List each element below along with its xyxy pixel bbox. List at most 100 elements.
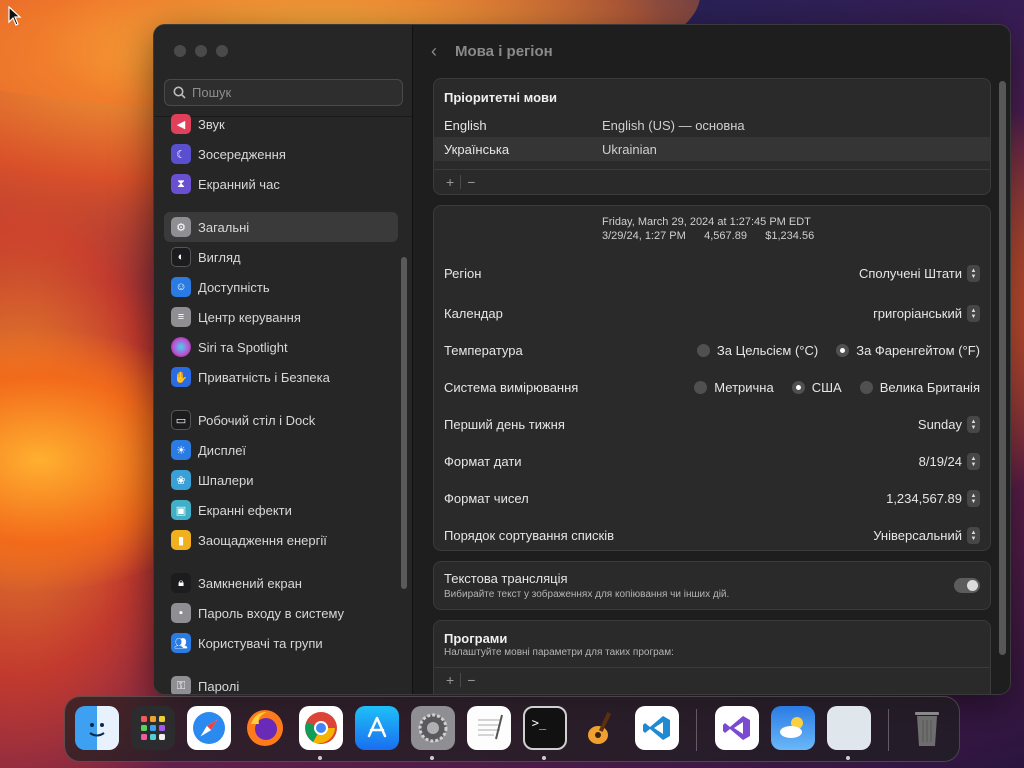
sidebar-item-screen-time[interactable]: ⧗ Екранний час <box>164 169 398 199</box>
live-text-toggle[interactable] <box>954 578 980 593</box>
sidebar-item-passwords[interactable]: ⚿ Паролі <box>164 671 398 694</box>
sidebar-item-control-center[interactable]: ≡ Центр керування <box>164 302 398 332</box>
celsius-radio[interactable]: За Цельсієм (°C) <box>696 343 819 358</box>
sidebar-item-label: Користувачі та групи <box>198 635 323 651</box>
uk-radio[interactable]: Велика Британія <box>859 380 980 395</box>
minimize-button[interactable] <box>195 45 207 57</box>
sidebar-item-label: Siri та Spotlight <box>198 339 288 355</box>
sidebar-item-label: Паролі <box>198 678 240 694</box>
appearance-icon: ◐ <box>171 247 191 267</box>
sidebar-item-displays[interactable]: ☀ Дисплеї <box>164 435 398 465</box>
fahrenheit-radio[interactable]: За Фаренгейтом (°F) <box>836 343 980 358</box>
sidebar-item-wallpaper[interactable]: ❀ Шпалери <box>164 465 398 495</box>
remove-application-button[interactable]: − <box>461 672 481 688</box>
uk-label: Велика Британія <box>879 380 980 395</box>
close-button[interactable] <box>174 45 186 57</box>
sidebar-item-label: Центр керування <box>198 309 301 325</box>
us-radio[interactable]: США <box>791 380 842 395</box>
measurement-label: Система вимірювання <box>444 380 579 395</box>
sidebar-item-label: Зосередження <box>198 146 286 162</box>
sidebar-item-sound[interactable]: ◀ Звук <box>164 109 398 139</box>
toolbar: ‹ Мова і регіон <box>413 25 1010 77</box>
calendar-popup[interactable]: григоріанський ▲ ▼ <box>873 305 980 322</box>
first-day-value: Sunday <box>917 417 962 432</box>
content-scrollbar[interactable] <box>999 81 1006 655</box>
sidebar-item-desktop-dock[interactable]: ▭ Робочий стіл і Dock <box>164 405 398 435</box>
sidebar-item-users-groups[interactable]: 👥︎ Користувачі та групи <box>164 628 398 658</box>
measurement-radio-group: Метрична США Велика Британія <box>676 380 980 395</box>
metric-radio[interactable]: Метрична <box>694 380 774 395</box>
weather-icon[interactable] <box>771 706 815 750</box>
region-popup[interactable]: Сполучені Штати ▲ ▼ <box>859 265 980 282</box>
mouse-pointer-icon <box>8 6 22 26</box>
hourglass-icon: ⧗ <box>171 174 191 194</box>
back-chevron-icon[interactable]: ‹ <box>431 41 437 62</box>
remove-language-button[interactable]: − <box>461 174 481 190</box>
visual-studio-icon[interactable] <box>715 706 759 750</box>
sidebar-item-label: Приватність і Безпека <box>198 369 330 385</box>
launchpad-icon[interactable] <box>131 706 175 750</box>
region-row: Регіон Сполучені Штати ▲ ▼ <box>434 255 990 292</box>
sidebar-item-energy[interactable]: ▮ Заощадження енергії <box>164 525 398 555</box>
sidebar-item-focus[interactable]: ☾ Зосередження <box>164 139 398 169</box>
language-row[interactable]: English English (US) — основна <box>434 113 990 137</box>
radio-button-selected[interactable] <box>791 381 805 394</box>
popup-chevrons-icon: ▲ ▼ <box>967 416 980 433</box>
preview-icon[interactable] <box>827 706 871 750</box>
chrome-icon[interactable] <box>299 706 343 750</box>
sidebar-scrollbar[interactable] <box>401 257 407 589</box>
search-input[interactable] <box>192 85 392 100</box>
terminal-icon[interactable]: >_ <box>523 706 567 750</box>
finder-icon[interactable] <box>75 706 119 750</box>
hand-icon: ✋ <box>171 367 191 387</box>
sidebar-item-general[interactable]: ⚙ Загальні <box>164 212 398 242</box>
sidebar-item-privacy[interactable]: ✋ Приватність і Безпека <box>164 362 398 392</box>
sidebar-item-label: Доступність <box>198 279 270 295</box>
live-text-group: Текстова трансляція Вибирайте текст у зо… <box>433 561 991 610</box>
first-day-popup[interactable]: Sunday ▲ ▼ <box>918 416 980 433</box>
garageband-icon[interactable] <box>579 706 623 750</box>
date-format-popup[interactable]: 8/19/24 ▲ ▼ <box>919 453 980 470</box>
temperature-row: Температура За Цельсієм (°C) За Фаренгей… <box>434 332 990 369</box>
battery-icon: ▮ <box>171 530 191 550</box>
radio-button-selected[interactable] <box>836 344 850 357</box>
app-store-icon[interactable] <box>355 706 399 750</box>
calendar-row: Календар григоріанський ▲ ▼ <box>434 295 990 332</box>
trash-icon[interactable] <box>905 706 949 750</box>
sort-order-label: Порядок сортування списків <box>444 528 615 543</box>
vscode-icon[interactable] <box>635 706 679 750</box>
number-format-popup[interactable]: 1,234,567.89 ▲ ▼ <box>886 490 980 507</box>
celsius-label: За Цельсієм (°C) <box>716 343 819 358</box>
sidebar-item-appearance[interactable]: ◐ Вигляд <box>164 242 398 272</box>
language-name: English <box>444 117 487 133</box>
textedit-icon[interactable] <box>467 706 511 750</box>
language-row[interactable]: Українська Ukrainian <box>434 137 990 161</box>
system-settings-icon[interactable] <box>411 706 455 750</box>
zoom-button[interactable] <box>216 45 228 57</box>
format-preview-line: Friday, March 29, 2024 at 1:27:45 PM EDT <box>602 216 811 228</box>
sidebar-item-siri[interactable]: Siri та Spotlight <box>164 332 398 362</box>
language-add-remove-bar: + − <box>434 169 990 194</box>
firefox-icon[interactable] <box>243 706 287 750</box>
number-format-value: 1,234,567.89 <box>886 491 962 506</box>
popup-chevrons-icon: ▲ ▼ <box>967 490 980 507</box>
radio-button[interactable] <box>859 381 873 394</box>
sort-order-row: Порядок сортування списків Універсальний… <box>434 517 990 550</box>
safari-icon[interactable] <box>187 706 231 750</box>
temperature-radio-group: За Цельсієм (°C) За Фаренгейтом (°F) <box>679 343 980 358</box>
first-day-label: Перший день тижня <box>444 417 565 432</box>
sidebar-item-accessibility[interactable]: ☺ Доступність <box>164 272 398 302</box>
sidebar-item-login-password[interactable]: ▪ Пароль входу в систему <box>164 598 398 628</box>
radio-button[interactable] <box>696 344 710 357</box>
applications-add-remove-bar: + − <box>434 667 990 692</box>
fahrenheit-label: За Фаренгейтом (°F) <box>856 343 980 358</box>
accessibility-icon: ☺ <box>171 277 191 297</box>
gear-icon: ⚙ <box>171 217 191 237</box>
radio-button[interactable] <box>694 381 708 394</box>
sidebar-item-lock-screen[interactable]: 🔒︎ Замкнений екран <box>164 568 398 598</box>
search-field[interactable] <box>164 79 403 106</box>
sort-order-popup[interactable]: Універсальний ▲ ▼ <box>873 527 980 544</box>
add-language-button[interactable]: + <box>440 174 460 190</box>
add-application-button[interactable]: + <box>440 672 460 688</box>
sidebar-item-screensaver[interactable]: ▣ Екранні ефекти <box>164 495 398 525</box>
